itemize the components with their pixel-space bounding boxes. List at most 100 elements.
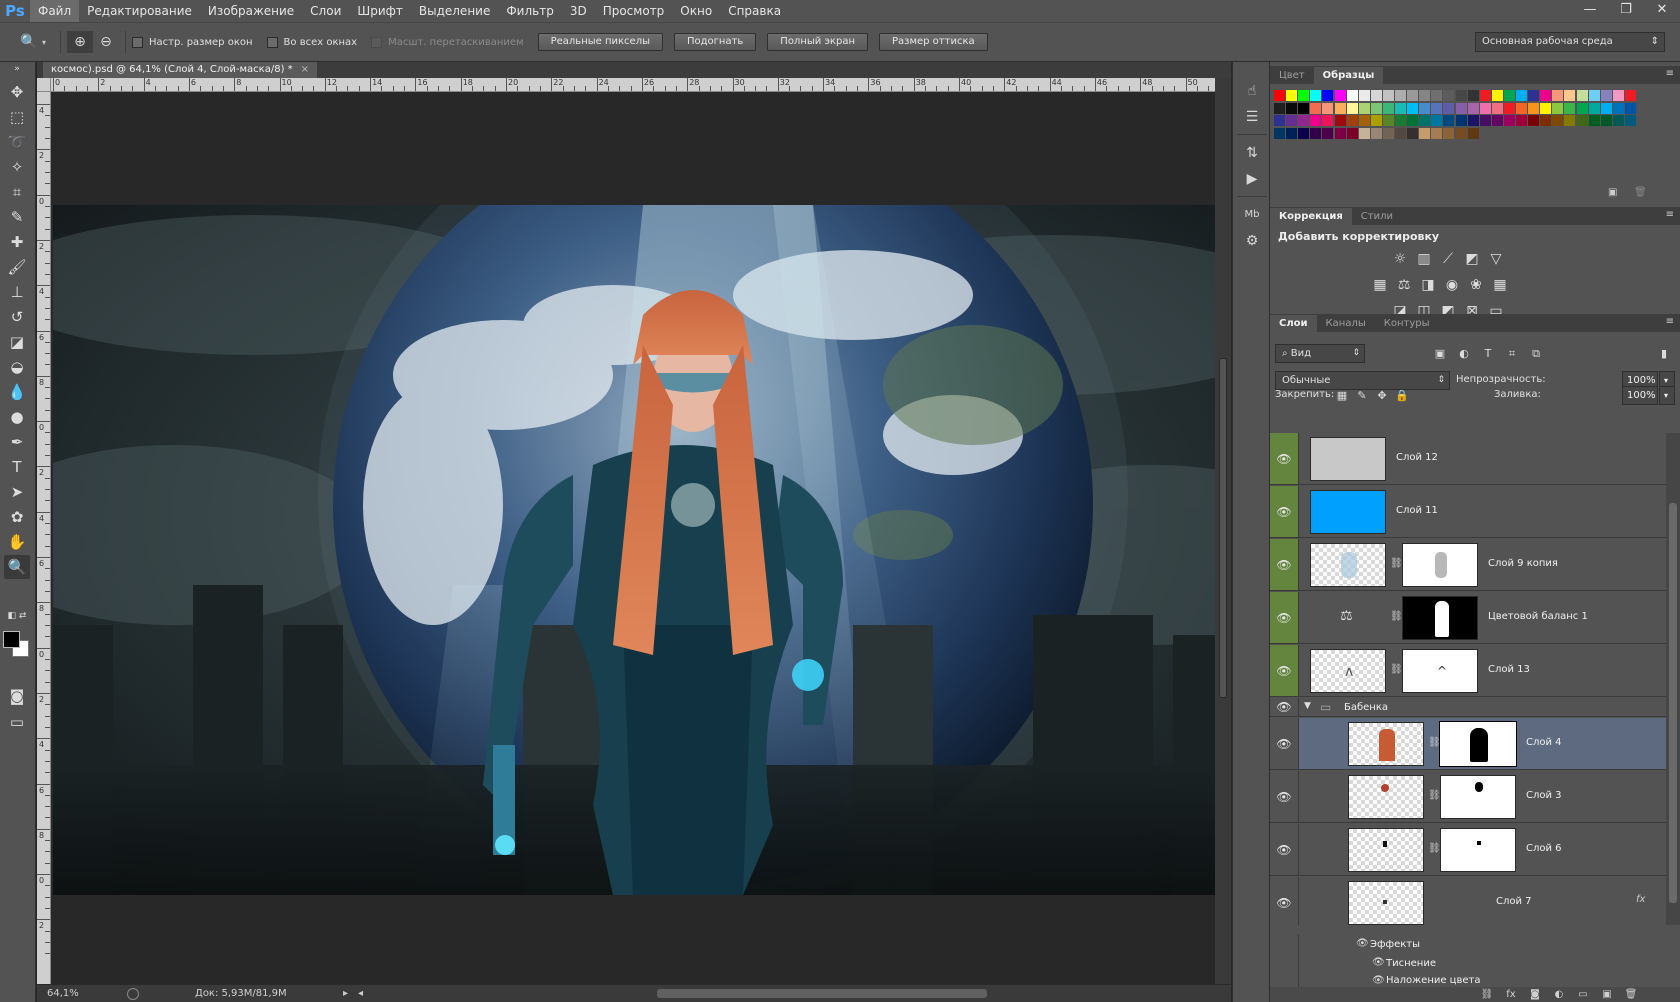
filter-toggle-icon[interactable]: ▮ [1654,345,1674,363]
color-swatch[interactable] [1516,115,1527,127]
menu-3d[interactable]: 3D [562,0,595,22]
levels-icon[interactable]: ▥ [1414,250,1434,268]
group-name[interactable]: Бабенка [1344,702,1388,713]
eyedropper-icon[interactable]: ✎ [4,205,30,229]
quick-select-icon[interactable]: ✧ [4,155,30,179]
new-group-icon[interactable]: ▭ [1574,987,1592,1002]
color-swatch[interactable] [1346,90,1358,101]
layer-name[interactable]: Слой 3 [1526,790,1562,801]
filter-pixel-icon[interactable]: ▣ [1430,345,1450,363]
history-panel-icon[interactable]: ☝ [1239,80,1265,102]
color-swatch[interactable] [1431,90,1443,101]
color-swatch[interactable] [1503,102,1515,114]
color-swatch[interactable] [1624,90,1636,101]
chain-link-icon[interactable]: ⛓ [1428,737,1441,748]
vertical-ruler[interactable]: 4 2 0 2 4 6 8 0 2 4 6 8 0 2 4 6 8 0 2 [37,78,51,984]
color-swatch[interactable] [1310,90,1322,101]
layer-name[interactable]: Слой 7 [1496,896,1532,907]
visibility-eye-icon[interactable]: 👁 [1270,433,1299,484]
fill-input[interactable]: 100% [1622,386,1658,405]
visibility-eye-icon[interactable]: 👁 [1270,718,1299,769]
color-swatch[interactable] [1334,90,1346,101]
close-button[interactable]: ✕ [1644,0,1680,22]
color-swatch[interactable] [1382,102,1394,114]
ruler-corner[interactable] [37,78,51,92]
resize-windows-checkbox[interactable]: Настр. размер окон [132,36,253,48]
color-swatch[interactable] [1491,90,1503,101]
scroll-thumb[interactable] [1219,358,1227,698]
layer-row[interactable]: 👁 Слой 7 fx [1270,877,1666,925]
color-swatch[interactable] [1540,102,1552,114]
fit-screen-button[interactable]: Подогнать [673,33,757,51]
color-swatch[interactable] [1576,115,1588,127]
move-icon[interactable]: ✥ [4,80,30,104]
color-swatch[interactable] [1322,102,1334,114]
lasso-icon[interactable]: ➰ [4,130,30,154]
layer-name[interactable]: Слой 9 копия [1488,558,1558,569]
color-swatch[interactable] [1382,127,1394,139]
new-layer-icon[interactable]: ▣ [1598,987,1616,1002]
color-swatch[interactable] [1467,90,1479,101]
status-arrow-icon[interactable]: ▸ [343,988,348,999]
zoom-out-icon[interactable]: ⊖ [93,31,119,53]
layer-name[interactable]: Слой 11 [1396,505,1438,516]
hand-icon[interactable]: ✋ [4,530,30,554]
color-balance-icon[interactable]: ⚖ [1394,276,1414,294]
color-swatch[interactable] [1346,115,1358,127]
color-swatch[interactable] [1346,102,1358,114]
color-swatch[interactable] [1431,127,1443,139]
effect-name[interactable]: Наложение цвета [1386,975,1481,986]
panel-menu-icon[interactable]: ≡ [1666,68,1674,79]
color-swatch[interactable] [1443,102,1455,114]
visibility-eye-icon[interactable]: 👁 [1372,975,1385,986]
properties-panel-icon[interactable]: ☰ [1239,106,1265,128]
status-info-icon[interactable] [127,987,139,1000]
blur-icon[interactable]: 💧 [4,380,30,404]
color-swatch[interactable] [1419,115,1431,127]
tab-color[interactable]: Цвет [1270,67,1314,84]
color-swatch[interactable] [1370,90,1382,101]
layer-row[interactable]: 👁 Слой 11 [1270,486,1666,538]
color-swatch[interactable] [1600,115,1612,127]
menu-image[interactable]: Изображение [200,0,302,22]
pen-icon[interactable]: ✒ [4,430,30,454]
color-swatch[interactable] [1310,127,1322,139]
chain-link-icon[interactable]: ⛓ [1390,558,1403,569]
color-swatch[interactable] [1298,90,1310,101]
color-swatch[interactable] [1310,115,1322,127]
minimize-button[interactable]: — [1572,0,1608,22]
vibrance-icon[interactable]: ▽ [1486,250,1506,268]
layer-row[interactable]: 👁 ⛓ Слой 3 [1270,771,1666,823]
color-swatch[interactable] [1612,90,1624,101]
healing-icon[interactable]: ✚ [4,230,30,254]
chain-link-icon[interactable]: ⛓ [1390,664,1403,675]
layer-name[interactable]: Слой 13 [1488,664,1530,675]
color-swatch[interactable] [1334,115,1346,127]
filter-adjustment-icon[interactable]: ◐ [1454,345,1474,363]
color-swatch[interactable] [1395,115,1406,127]
color-swatch[interactable] [1479,90,1491,101]
add-style-icon[interactable]: fx [1502,987,1520,1002]
color-swatch[interactable] [1322,90,1334,101]
layers-list[interactable]: 👁 Слой 12 👁 Слой 11 👁 ⛓ Слой 9 копия 👁 ⚖… [1270,433,1666,925]
fill-screen-button[interactable]: Полный экран [767,33,868,51]
color-swatch[interactable] [1467,102,1479,114]
layer-name[interactable]: Слой 12 [1396,452,1438,463]
layers-scrollbar[interactable] [1666,433,1680,925]
color-swatch[interactable] [1588,90,1600,101]
foreground-color-swatch[interactable] [3,631,20,648]
workspace-select[interactable]: Основная рабочая среда ⇕ [1475,32,1665,52]
effect-row[interactable]: 👁 Наложение цвета [1270,973,1666,987]
color-swatch[interactable] [1624,115,1636,127]
color-swatch[interactable] [1298,102,1310,114]
menu-file[interactable]: Файл [30,0,80,22]
color-swatch[interactable] [1455,102,1467,114]
color-swatch[interactable] [1564,115,1576,127]
color-swatch[interactable] [1467,115,1479,127]
link-layers-icon[interactable]: ⛓ [1478,987,1496,1002]
color-swatch[interactable] [1443,90,1455,101]
stamp-icon[interactable]: ⊥ [4,280,30,304]
close-tab-icon[interactable]: × [301,64,309,75]
color-swatch[interactable] [1334,102,1346,114]
color-swatch[interactable] [1419,127,1431,139]
